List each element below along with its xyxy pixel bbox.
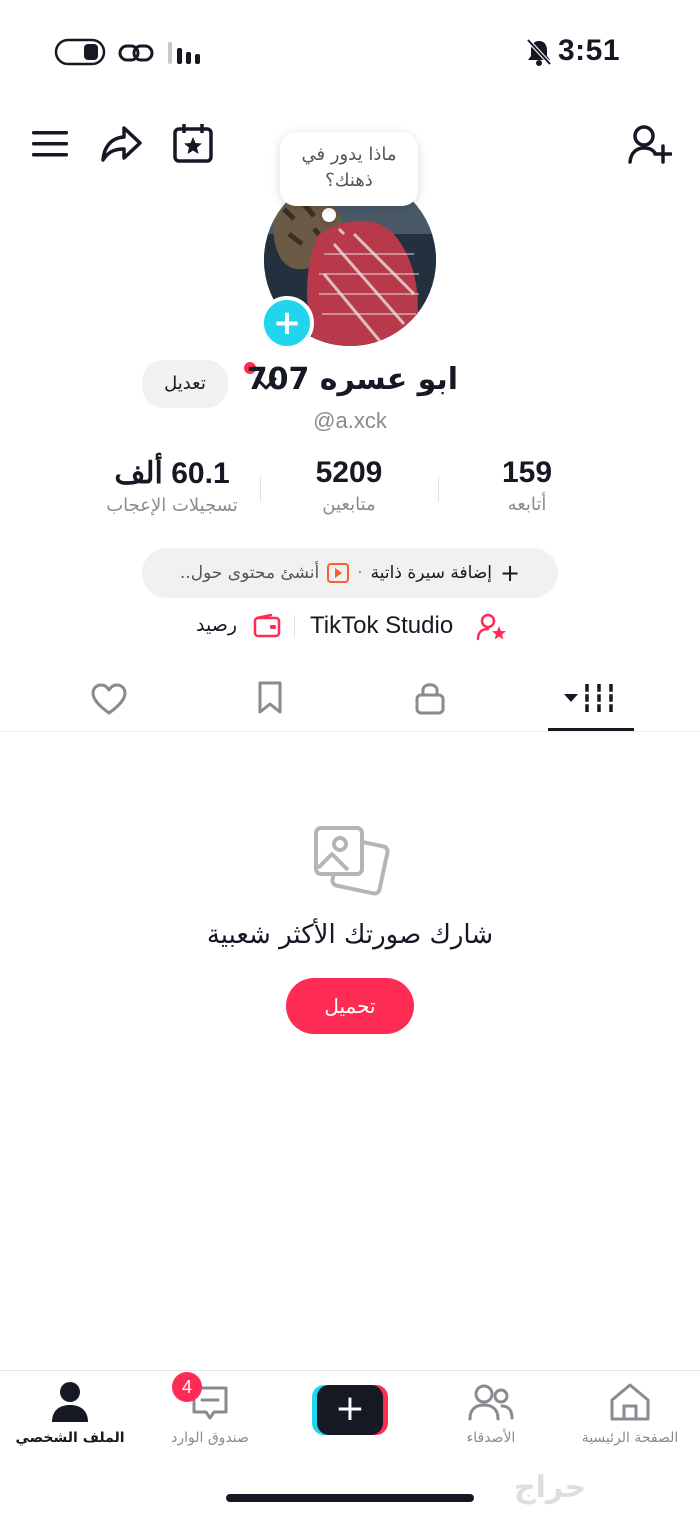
- stat-likes[interactable]: 60.1 ألف تسجيلات الإعجاب: [92, 456, 252, 516]
- bio-separator: ·: [357, 563, 363, 583]
- create-button[interactable]: +: [312, 1385, 388, 1435]
- note-bubble-tail: [322, 208, 336, 222]
- tiktok-studio-link[interactable]: TikTok Studio: [310, 612, 453, 640]
- stat-following[interactable]: 159 أتابعه: [460, 456, 594, 515]
- signal-icon: [168, 42, 200, 64]
- nav-inbox[interactable]: 4 صندوق الوارد: [160, 1372, 260, 1458]
- tab-saved[interactable]: [232, 674, 308, 722]
- tab-private[interactable]: [392, 674, 468, 722]
- home-icon: [610, 1383, 650, 1421]
- likes-label: تسجيلات الإعجاب: [106, 495, 238, 516]
- links-divider: [294, 615, 295, 637]
- creator-star-icon[interactable]: [476, 612, 508, 642]
- note-bubble-line1: ماذا يدور في: [301, 144, 397, 165]
- photos-icon: [314, 826, 390, 896]
- username[interactable]: ابو عسره 707: [247, 362, 458, 397]
- nav-profile[interactable]: الملف الشخصي: [14, 1378, 126, 1458]
- add-story-button[interactable]: +: [260, 296, 314, 350]
- nav-inbox-label: صندوق الوارد: [171, 1430, 249, 1446]
- plus-icon: +: [317, 1385, 383, 1435]
- profile-icon: [52, 1382, 88, 1422]
- inbox-badge: 4: [172, 1372, 202, 1402]
- bookmark-icon: [258, 681, 282, 714]
- tab-videos[interactable]: [548, 674, 634, 722]
- toggle-icon: [54, 38, 106, 66]
- following-label: أتابعه: [507, 494, 547, 515]
- videos-grid-icon: [564, 684, 616, 712]
- menu-icon[interactable]: [32, 128, 68, 160]
- plus-icon: +: [500, 559, 521, 587]
- play-icon: [327, 563, 350, 583]
- bio-bar[interactable]: + إضافة سيرة ذاتية · أنشئ محتوى حول..: [142, 548, 558, 598]
- balance-link[interactable]: رصيد: [196, 614, 237, 636]
- home-indicator[interactable]: [226, 1494, 474, 1502]
- tabs-divider: [0, 731, 700, 732]
- likes-count: 60.1 ألف: [114, 457, 230, 490]
- share-icon[interactable]: [100, 124, 144, 164]
- friends-icon: [468, 1384, 514, 1421]
- following-count: 159: [501, 456, 553, 489]
- add-friend-icon[interactable]: [628, 124, 672, 166]
- nav-friends-label: الأصدقاء: [466, 1430, 516, 1446]
- note-bubble-line2: ذهنك؟: [325, 170, 373, 191]
- stat-followers[interactable]: 5209 متابعين: [282, 456, 416, 515]
- calendar-star-icon[interactable]: [172, 122, 214, 164]
- wallet-icon[interactable]: [253, 614, 281, 638]
- watermark-logo: حراج: [514, 1470, 587, 1505]
- add-bio-link[interactable]: إضافة سيرة ذاتية: [371, 563, 492, 583]
- nav-home-label: الصفحة الرئيسية: [581, 1430, 679, 1446]
- nav-profile-label: الملف الشخصي: [15, 1430, 125, 1446]
- status-time: 3:51: [558, 34, 621, 67]
- bell-off-icon: [526, 38, 552, 66]
- heart-icon: [91, 683, 127, 715]
- tab-liked[interactable]: [72, 674, 148, 722]
- upload-button[interactable]: تحميل: [286, 978, 414, 1034]
- lock-icon: [415, 683, 445, 715]
- stat-divider: [260, 476, 261, 502]
- edit-profile-button[interactable]: تعديل: [142, 360, 228, 408]
- note-bubble[interactable]: ماذا يدور في ذهنك؟: [280, 132, 418, 206]
- link-icon: [118, 44, 154, 62]
- followers-label: متابعين: [322, 494, 376, 515]
- status-bar: 3:51: [0, 0, 700, 100]
- stat-divider: [438, 476, 439, 502]
- create-content-link[interactable]: أنشئ محتوى حول..: [180, 563, 319, 583]
- empty-state-title: شارك صورتك الأكثر شعبية: [206, 920, 494, 950]
- followers-count: 5209: [315, 456, 383, 489]
- nav-home[interactable]: الصفحة الرئيسية: [568, 1378, 692, 1458]
- handle: @a.xck: [313, 408, 387, 433]
- nav-friends[interactable]: الأصدقاء: [436, 1378, 546, 1458]
